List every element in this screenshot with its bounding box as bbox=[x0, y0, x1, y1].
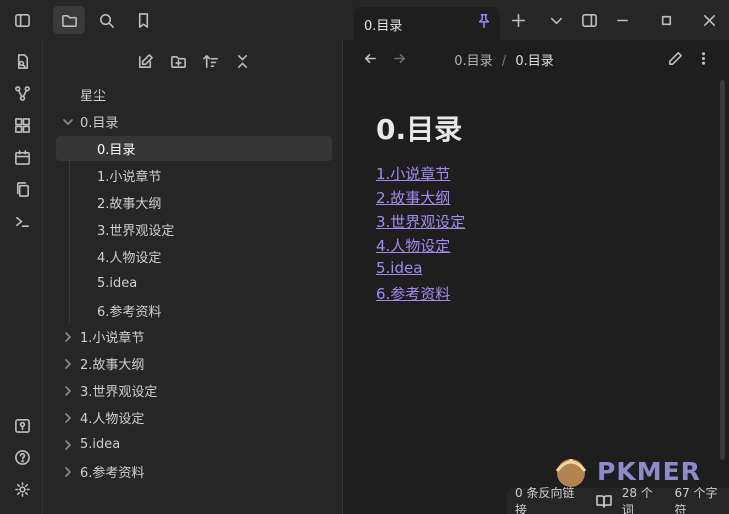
internal-link[interactable]: 4.人物设定 bbox=[376, 235, 450, 256]
internal-link[interactable]: 6.参考资料 bbox=[376, 283, 450, 304]
close-icon[interactable] bbox=[695, 6, 723, 34]
reading-mode-icon[interactable] bbox=[596, 494, 612, 508]
tree-indent-guide bbox=[69, 135, 70, 323]
internal-link[interactable]: 1.小说章节 bbox=[376, 163, 450, 184]
breadcrumb-folder[interactable]: 0.目录 bbox=[454, 54, 492, 69]
minimize-icon[interactable] bbox=[608, 6, 636, 34]
pkmer-logo-text: PKMER bbox=[597, 457, 701, 486]
bookmark-icon[interactable] bbox=[129, 6, 157, 34]
new-tab-icon[interactable] bbox=[504, 6, 532, 34]
tree-folder-label: 4.人物设定 bbox=[80, 412, 145, 427]
tree-folder[interactable]: 0.目录 bbox=[80, 109, 118, 134]
breadcrumb: 0.目录 / 0.目录 bbox=[344, 50, 664, 69]
tree-folder[interactable]: 1.小说章节 bbox=[80, 324, 144, 349]
char-count: 67 个字符 bbox=[674, 486, 718, 514]
tree-file[interactable]: 5.idea bbox=[97, 271, 137, 296]
tree-folder[interactable]: 4.人物设定 bbox=[80, 405, 144, 430]
copy-icon[interactable] bbox=[8, 175, 36, 203]
tree-file[interactable]: 4.人物设定 bbox=[97, 244, 161, 269]
tree-folder[interactable]: 5.idea bbox=[80, 432, 120, 457]
tree-folder-label: 2.故事大纲 bbox=[80, 358, 145, 373]
tree-file-label: 5.idea bbox=[97, 276, 138, 291]
tree-file[interactable]: 6.参考资料 bbox=[97, 298, 161, 323]
collapse-all-icon[interactable] bbox=[228, 47, 256, 75]
chevron-right-icon[interactable] bbox=[62, 358, 74, 370]
tree-file-label: 0.目录 bbox=[97, 143, 136, 158]
tab-title: 0.目录 bbox=[364, 19, 403, 34]
vault-name-label: 星尘 bbox=[80, 89, 107, 104]
folder-icon[interactable] bbox=[53, 6, 85, 34]
graph-view-icon[interactable] bbox=[8, 79, 36, 107]
more-options-icon[interactable] bbox=[689, 44, 717, 72]
new-note-icon[interactable] bbox=[131, 47, 159, 75]
chevron-down-icon[interactable] bbox=[62, 116, 74, 128]
tree-folder-label: 0.目录 bbox=[80, 116, 119, 131]
quick-switcher-icon[interactable] bbox=[8, 47, 36, 75]
canvas-icon[interactable] bbox=[8, 111, 36, 139]
backlinks-count[interactable]: 0 条反向链接 bbox=[515, 484, 586, 514]
tab-active[interactable]: 0.目录 bbox=[354, 7, 500, 40]
tree-file-label: 1.小说章节 bbox=[97, 170, 162, 185]
tree-file-label: 6.参考资料 bbox=[97, 305, 162, 320]
tree-folder-label: 5.idea bbox=[80, 437, 121, 452]
tree-folder[interactable]: 3.世界观设定 bbox=[80, 378, 157, 403]
tree-folder-label: 6.参考资料 bbox=[80, 466, 145, 481]
word-count: 28 个词 bbox=[621, 486, 653, 514]
sidebar-header bbox=[0, 0, 343, 40]
tree-file[interactable]: 1.小说章节 bbox=[97, 163, 161, 188]
tree-file[interactable]: 3.世界观设定 bbox=[97, 217, 174, 242]
terminal-icon[interactable] bbox=[8, 207, 36, 235]
vault-switcher-icon[interactable] bbox=[8, 411, 36, 439]
tree-file[interactable]: 0.目录 bbox=[97, 136, 135, 161]
search-icon[interactable] bbox=[92, 6, 120, 34]
internal-link[interactable]: 3.世界观设定 bbox=[376, 211, 465, 232]
help-icon[interactable] bbox=[8, 443, 36, 471]
toggle-right-sidebar-icon[interactable] bbox=[575, 6, 603, 34]
internal-link[interactable]: 2.故事大纲 bbox=[376, 187, 450, 208]
pin-icon[interactable] bbox=[476, 13, 494, 31]
chevron-down-icon[interactable] bbox=[542, 6, 570, 34]
sort-icon[interactable] bbox=[196, 47, 224, 75]
maximize-icon[interactable] bbox=[652, 6, 680, 34]
chevron-right-icon[interactable] bbox=[62, 412, 74, 424]
document-title: 0.目录 bbox=[376, 113, 463, 146]
tree-file-label: 2.故事大纲 bbox=[97, 197, 162, 212]
settings-icon[interactable] bbox=[8, 475, 36, 503]
tree-folder[interactable]: 6.参考资料 bbox=[80, 459, 144, 484]
chevron-right-icon[interactable] bbox=[62, 385, 74, 397]
chevron-right-icon[interactable] bbox=[62, 439, 74, 451]
tree-file-label: 4.人物设定 bbox=[97, 251, 162, 266]
new-folder-icon[interactable] bbox=[164, 47, 192, 75]
editor-scrollbar[interactable] bbox=[720, 80, 725, 460]
status-bar: 0 条反向链接 28 个词 67 个字符 bbox=[507, 486, 729, 514]
calendar-icon[interactable] bbox=[8, 143, 36, 171]
breadcrumb-file[interactable]: 0.目录 bbox=[515, 54, 553, 69]
edit-pencil-icon[interactable] bbox=[661, 44, 689, 72]
tree-folder-label: 1.小说章节 bbox=[80, 331, 145, 346]
internal-link[interactable]: 5.idea bbox=[376, 259, 422, 277]
chevron-right-icon[interactable] bbox=[62, 331, 74, 343]
breadcrumb-separator: / bbox=[501, 54, 507, 69]
vault-name[interactable]: 星尘 bbox=[80, 82, 106, 107]
toggle-sidebar-icon[interactable] bbox=[8, 6, 36, 34]
tree-folder-label: 3.世界观设定 bbox=[80, 385, 158, 400]
tree-file-label: 3.世界观设定 bbox=[97, 224, 175, 239]
chevron-right-icon[interactable] bbox=[62, 466, 74, 478]
tree-folder[interactable]: 2.故事大纲 bbox=[80, 351, 144, 376]
tree-file[interactable]: 2.故事大纲 bbox=[97, 190, 161, 215]
